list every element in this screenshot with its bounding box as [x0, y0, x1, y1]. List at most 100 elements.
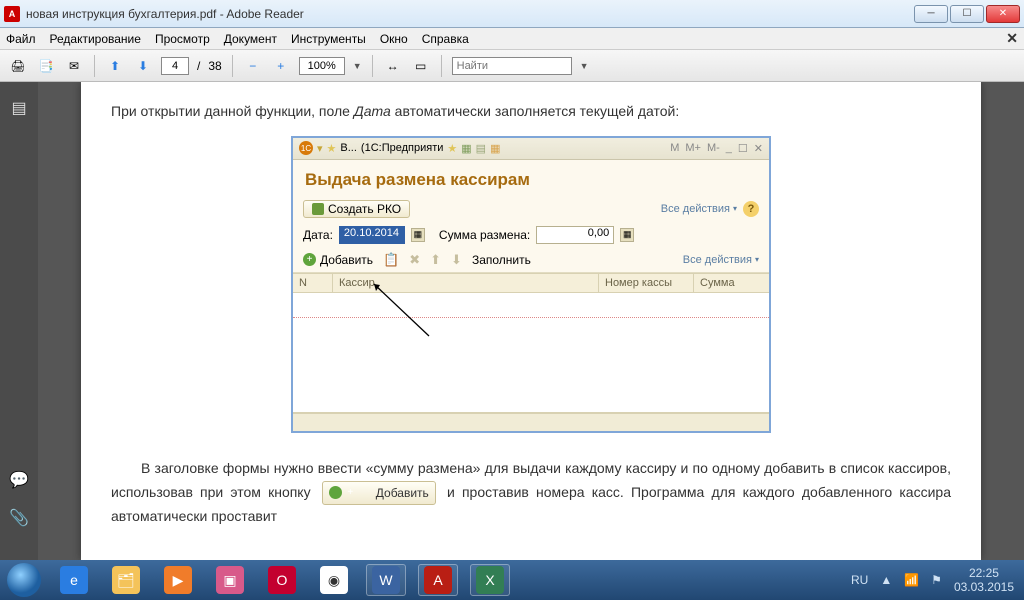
- taskbar-adobe[interactable]: A: [412, 560, 464, 600]
- inline-add-button: + Добавить: [322, 481, 436, 505]
- oc-mminus-label: M-: [707, 142, 720, 155]
- oc-status-bar: [293, 413, 769, 431]
- oc-maximize-icon: ☐: [738, 142, 748, 155]
- taskbar-ie[interactable]: e: [48, 560, 100, 600]
- page-area[interactable]: При открытии данной функции, поле Дата а…: [38, 82, 1024, 560]
- menu-bar: Файл Редактирование Просмотр Документ Ин…: [0, 28, 1024, 50]
- oc-mplus-label: M+: [685, 142, 701, 155]
- menu-window[interactable]: Окно: [380, 32, 408, 46]
- oc-command-bar: Создать РКО Все действия ▾ ?: [293, 196, 769, 222]
- taskbar-media[interactable]: ▶: [152, 560, 204, 600]
- amount-field: 0,00: [536, 226, 614, 244]
- oc-heading: Выдача размена кассирам: [293, 160, 769, 196]
- print-icon[interactable]: 🖨: [8, 56, 28, 76]
- fit-page-icon[interactable]: ▭: [411, 56, 431, 76]
- start-button[interactable]: [0, 560, 48, 600]
- date-label: Дата:: [303, 228, 333, 242]
- menu-file[interactable]: Файл: [6, 32, 36, 46]
- calc-icon: ▦: [620, 228, 634, 242]
- page-up-icon[interactable]: ⬆: [105, 56, 125, 76]
- side-panel: ▤ 💬 📎: [0, 82, 38, 560]
- add-button: + Добавить: [303, 253, 373, 267]
- app-icon: A: [4, 6, 20, 22]
- paragraph-2: В заголовке формы нужно ввести «сумму ра…: [111, 457, 951, 529]
- oc-table-toolbar: + Добавить 📋 ✖ ⬆ ⬇ Заполнить Все действи…: [293, 248, 769, 273]
- plus-icon: +: [303, 253, 316, 266]
- zoom-in-icon[interactable]: +: [271, 56, 291, 76]
- current-page-input[interactable]: [161, 57, 189, 75]
- mail-icon[interactable]: ✉: [64, 56, 84, 76]
- clock[interactable]: 22:25 03.03.2015: [954, 566, 1014, 595]
- col-n: N: [293, 274, 333, 292]
- fill-link: Заполнить: [472, 253, 531, 267]
- taskbar-chrome[interactable]: ◉: [308, 560, 360, 600]
- document-close-icon[interactable]: ✕: [1006, 30, 1018, 47]
- separator: [94, 55, 95, 77]
- page: При открытии данной функции, поле Дата а…: [81, 82, 981, 560]
- date-field: 20.10.2014: [339, 226, 405, 244]
- menu-edit[interactable]: Редактирование: [50, 32, 141, 46]
- copy-icon: 📋: [383, 252, 399, 268]
- amount-label: Сумма размена:: [439, 228, 530, 242]
- taskbar: e 🗂 ▶ ▣ O ◉ W A X RU ▲ 📶 ⚑ 22:25 03.03.2…: [0, 560, 1024, 600]
- flag-icon[interactable]: ⚑: [931, 573, 942, 587]
- all-actions-link-2: Все действия ▾: [683, 254, 759, 266]
- minimize-button[interactable]: ─: [914, 5, 948, 23]
- menu-view[interactable]: Просмотр: [155, 32, 210, 46]
- embedded-screenshot: 1C ▾ ★ В... (1С:Предприяти ★ ▦ ▤ ▦ M M+ …: [291, 136, 771, 433]
- document-viewer: ▤ 💬 📎 При открытии данной функции, поле …: [0, 82, 1024, 560]
- maximize-button[interactable]: ☐: [950, 5, 984, 23]
- zoom-input[interactable]: [299, 57, 345, 75]
- clock-date: 03.03.2015: [954, 580, 1014, 594]
- menu-help[interactable]: Справка: [422, 32, 469, 46]
- oc-table-header: N Кассир Номер кассы Сумма: [293, 273, 769, 293]
- find-input[interactable]: [452, 57, 572, 75]
- zoom-dropdown-icon[interactable]: ▼: [353, 61, 362, 71]
- menu-tools[interactable]: Инструменты: [291, 32, 366, 46]
- close-button[interactable]: ✕: [986, 5, 1020, 23]
- all-actions-link: Все действия ▾: [661, 203, 737, 215]
- separator: [372, 55, 373, 77]
- title-bar: A новая инструкция бухгалтерия.pdf - Ado…: [0, 0, 1024, 28]
- total-pages: 38: [208, 59, 221, 73]
- page-down-icon[interactable]: ⬇: [133, 56, 153, 76]
- merge-icon[interactable]: 📑: [36, 56, 56, 76]
- network-icon[interactable]: 📶: [904, 573, 919, 587]
- clock-time: 22:25: [954, 566, 1014, 580]
- taskbar-opera[interactable]: O: [256, 560, 308, 600]
- page-separator: /: [197, 59, 200, 73]
- help-icon: ?: [743, 201, 759, 217]
- pages-panel-icon[interactable]: ▤: [9, 98, 29, 118]
- plus-icon: +: [329, 486, 342, 499]
- attachments-panel-icon[interactable]: 📎: [9, 508, 29, 528]
- zoom-out-icon[interactable]: −: [243, 56, 263, 76]
- taskbar-explorer[interactable]: 🗂: [100, 560, 152, 600]
- menu-document[interactable]: Документ: [224, 32, 277, 46]
- paragraph-1: При открытии данной функции, поле Дата а…: [111, 100, 951, 124]
- dotted-line: [293, 317, 769, 318]
- find-dropdown-icon[interactable]: ▼: [580, 61, 589, 71]
- taskbar-excel[interactable]: X: [464, 560, 516, 600]
- oc-fields-row: Дата: 20.10.2014 ▦ Сумма размена: 0,00 ▦: [293, 222, 769, 248]
- separator: [441, 55, 442, 77]
- move-up-icon: ⬆: [430, 252, 441, 268]
- oc-logo-icon: 1C: [299, 141, 313, 155]
- col-sum: Сумма: [694, 274, 769, 292]
- separator: [232, 55, 233, 77]
- oc-m-label: M: [670, 142, 679, 155]
- oc-close-icon: ✕: [754, 142, 763, 155]
- delete-icon: ✖: [409, 252, 420, 268]
- window-title: новая инструкция бухгалтерия.pdf - Adobe…: [26, 7, 304, 21]
- comments-panel-icon[interactable]: 💬: [9, 470, 29, 490]
- oc-title-text: (1С:Предприяти: [361, 142, 443, 154]
- create-pko-button: Создать РКО: [303, 200, 410, 218]
- windows-logo-icon: [7, 563, 41, 597]
- system-tray: RU ▲ 📶 ⚑ 22:25 03.03.2015: [841, 560, 1024, 600]
- language-indicator[interactable]: RU: [851, 573, 868, 587]
- taskbar-word[interactable]: W: [360, 560, 412, 600]
- fit-width-icon[interactable]: ↔: [383, 56, 403, 76]
- taskbar-app1[interactable]: ▣: [204, 560, 256, 600]
- tray-flag-icon[interactable]: ▲: [880, 573, 892, 587]
- oc-title-prefix: В...: [340, 142, 357, 154]
- calendar-icon: ▦: [411, 228, 425, 242]
